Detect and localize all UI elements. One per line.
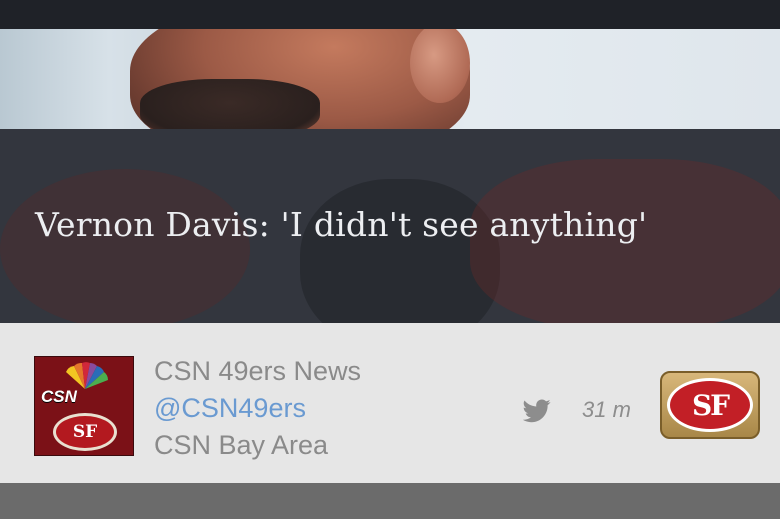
twitter-icon bbox=[523, 399, 551, 423]
source-card[interactable]: CSN SF CSN 49ers News @CSN49ers CSN Bay … bbox=[0, 323, 780, 483]
sf-oval-icon: SF bbox=[667, 378, 753, 432]
status-bar bbox=[0, 0, 780, 29]
source-network: CSN Bay Area bbox=[154, 430, 329, 460]
csn-logo-text: CSN bbox=[41, 387, 77, 406]
twitter-handle-link[interactable]: @CSN49ers bbox=[154, 390, 361, 427]
next-item-bar bbox=[0, 483, 780, 519]
article-headline[interactable]: Vernon Davis: 'I didn't see anything' bbox=[35, 205, 647, 244]
source-meta: CSN 49ers News @CSN49ers CSN Bay Area bbox=[154, 353, 361, 464]
csn-logo[interactable]: CSN SF bbox=[34, 356, 134, 456]
overlay-blur-shape bbox=[0, 169, 250, 323]
team-logo-49ers[interactable]: SF bbox=[660, 371, 760, 439]
post-time: 31 m bbox=[582, 397, 631, 422]
article-hero[interactable]: Vernon Davis: 'I didn't see anything' bbox=[0, 29, 780, 323]
sf-badge-icon: SF bbox=[53, 413, 117, 451]
news-feed-screen: Vernon Davis: 'I didn't see anything' CS… bbox=[0, 0, 780, 519]
article-photo bbox=[0, 29, 780, 159]
source-name[interactable]: CSN 49ers News bbox=[154, 353, 361, 390]
peacock-icon bbox=[66, 362, 108, 389]
sf-badge-text: SF bbox=[72, 422, 98, 442]
team-logo-text: SF bbox=[691, 389, 730, 422]
